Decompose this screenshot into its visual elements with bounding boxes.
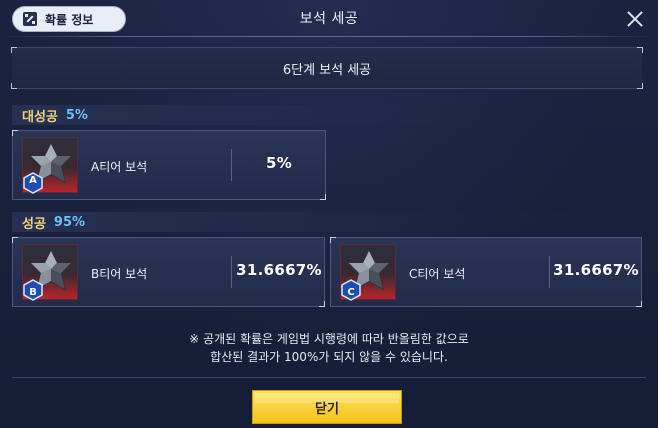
close-icon[interactable] [624, 8, 646, 30]
section-percent: 5% [65, 107, 88, 123]
gem-image: A [22, 137, 78, 194]
section-name: 성공 [22, 216, 46, 232]
card-divider [549, 256, 550, 288]
gem-percent: 31.6667% [553, 261, 639, 279]
gem-card-b: B B티어 보석 31.6667% [12, 237, 325, 307]
card-divider [231, 256, 232, 288]
close-button[interactable]: 닫기 [252, 390, 402, 424]
section-name: 대성공 [22, 109, 58, 125]
gem-name: C티어 보석 [409, 267, 466, 281]
gem-percent: 31.6667% [236, 261, 322, 279]
modal-title: 보석 세공 [299, 11, 359, 27]
tier-letter: C [347, 287, 355, 298]
gem-image: B [22, 244, 78, 301]
section-percent: 95% [53, 214, 86, 230]
gem-image: C [340, 244, 396, 301]
gem-name: A티어 보석 [91, 160, 148, 174]
gem-craft-modal: 확률 정보 보석 세공 6단계 보석 세공 대성공 5% A A티어 보석 5%… [0, 0, 658, 428]
gem-name: B티어 보석 [91, 267, 148, 281]
notice-line-2: 합산된 결과가 100%가 되지 않을 수 있습니다. [210, 350, 448, 364]
probability-notice: ※ 공개된 확률은 게임법 시행령에 따라 반올림한 값으로 합산된 결과가 1… [0, 330, 658, 366]
section-header-great-success: 대성공 5% [12, 105, 642, 125]
footer-divider [12, 377, 646, 378]
card-divider [231, 149, 232, 181]
header-divider [0, 36, 658, 37]
gem-percent: 5% [265, 154, 293, 172]
section-header-success: 성공 95% [12, 212, 642, 232]
stage-banner: 6단계 보석 세공 [11, 47, 643, 89]
close-button-label: 닫기 [315, 401, 339, 417]
tier-letter: B [29, 287, 37, 298]
stage-banner-label: 6단계 보석 세공 [282, 62, 372, 78]
gem-card-c: C C티어 보석 31.6667% [330, 237, 642, 307]
notice-line-1: ※ 공개된 확률은 게임법 시행령에 따라 반올림한 값으로 [189, 332, 469, 346]
tier-letter: A [29, 175, 37, 186]
gem-card-a: A A티어 보석 5% [12, 130, 326, 200]
